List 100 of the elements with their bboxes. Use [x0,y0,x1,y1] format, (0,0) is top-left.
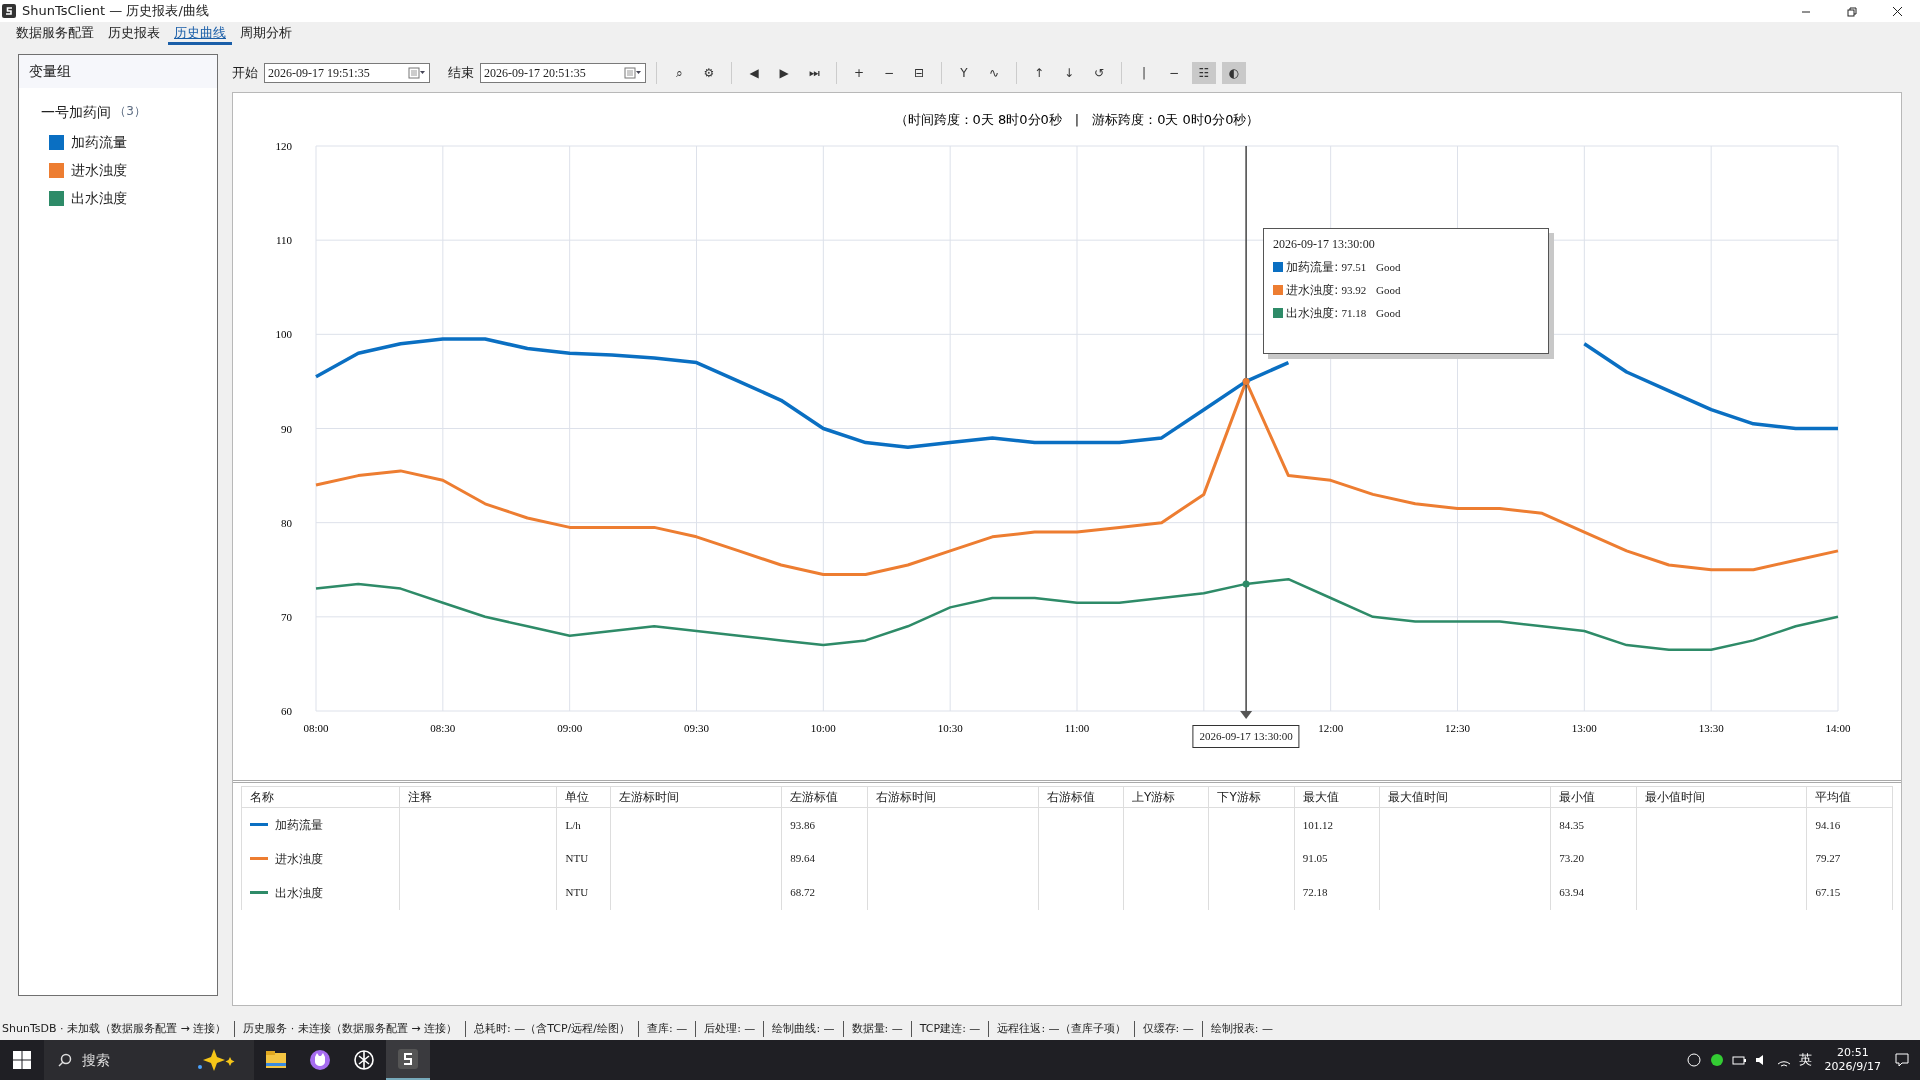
y-tick-label: 80 [281,516,292,529]
toolbar-button[interactable]: ⏭ [802,62,826,84]
series-name: 出水浊度: [1286,305,1339,322]
x-tick-label: 12:00 [1318,722,1344,734]
status-text: 绘制报表: — [1201,1020,1273,1038]
column-header: 右游标值 [1038,786,1124,808]
column-header: 最小值时间 [1636,786,1807,808]
table-cell: 93.86 [790,818,815,831]
column-header: 最小值 [1550,786,1637,808]
date-field[interactable]: 2026-09-17 19:51:35 [264,63,430,83]
table-cell: 73.20 [1559,852,1584,865]
table-cell-text: 出水浊度 [274,884,323,902]
tree-item[interactable]: 加药流量 [70,132,127,153]
ime-indicator[interactable]: 英 [1798,1050,1812,1070]
series-name: 加药流量: [1286,259,1339,276]
tree-item[interactable]: 进水浊度 [70,160,127,181]
y-tick-label: 120 [275,140,292,152]
toolbar-button[interactable]: ◐ [1222,62,1246,84]
toolbar-button[interactable]: + [847,62,871,84]
status-text: 绘制曲线: — [763,1020,835,1038]
column-header: 名称 [241,786,400,808]
table-cell: 67.15 [1815,886,1841,899]
toolbar-button[interactable]: − [877,62,901,84]
toolbar-button[interactable]: ↓ [1057,62,1081,84]
table-cell: NTU [565,886,589,899]
x-tick-label: 12:30 [1444,722,1471,734]
toolbar-button[interactable]: ◀ [742,62,766,84]
status-text: 后处理: — [695,1020,756,1038]
toolbar-button[interactable]: ∿ [982,62,1006,84]
x-tick-label: 09:30 [683,722,710,734]
table-cell: 101.12 [1302,818,1334,831]
menu-tab[interactable]: 历史曲线 [168,22,232,46]
menu-tab[interactable]: 周期分析 [234,22,298,46]
table-cell: 68.72 [790,886,815,899]
quality-text: Good [1376,305,1401,321]
toolbar-button[interactable]: ▶ [772,62,796,84]
table-cell: 63.94 [1559,886,1584,899]
series-value: 97.51 [1341,259,1367,275]
date-label: 开始 [232,64,258,83]
cursor-label: 2026-09-17 13:30:00 [1192,725,1300,748]
toolbar-button[interactable]: − [1162,62,1186,84]
item-count: （3） [114,103,146,120]
status-text: 历史服务 · 未连接（数据服务配置 → 连接） [234,1020,457,1038]
table-cell: 91.05 [1302,852,1328,865]
table-cell: 79.27 [1815,852,1841,865]
x-tick-label: 08:30 [430,722,456,734]
column-header: 单位 [556,786,611,808]
y-tick-label: 100 [275,328,292,341]
table-cell-text: 进水浊度 [274,850,323,868]
toolbar-button[interactable]: ↺ [1087,62,1111,84]
column-header: 注释 [399,786,557,808]
x-tick-label: 08:00 [303,722,329,734]
y-tick-label: 110 [275,234,292,247]
column-header: 平均值 [1807,786,1893,808]
status-text: 数据量: — [842,1020,903,1038]
toolbar-button[interactable]: | [1132,62,1156,84]
status-text: 总耗时: —（含TCP/远程/绘图） [464,1020,630,1038]
window-title: ShunTsClient — 历史报表/曲线 [22,2,209,21]
column-header: 左游标时间 [610,786,782,808]
tree-item[interactable]: 出水浊度 [70,188,127,209]
column-header: 上Y游标 [1123,786,1209,808]
date-label: 结束 [448,64,474,83]
status-text: ShunTsDB · 未加载（数据服务配置 → 连接） [2,1020,227,1037]
table-cell: 72.18 [1302,886,1328,899]
x-tick-label: 13:30 [1698,722,1724,734]
chart-header: （时间跨度：0天 8时0分0秒 | 游标跨度：0天 0时0分0秒） [894,112,1260,127]
x-tick-label: 10:30 [937,722,963,734]
table-cell: L/h [565,818,581,831]
clock-time: 20:51 [1835,1045,1870,1060]
tooltip-time: 2026-09-17 13:30:00 [1273,236,1376,253]
series-value: 93.92 [1341,282,1367,298]
table-cell-text: 加药流量 [274,816,323,834]
x-tick-label: 13:00 [1571,722,1597,734]
series-value: 71.18 [1341,305,1367,321]
table-cell: NTU [565,852,589,865]
date-field[interactable]: 2026-09-17 20:51:35 [480,63,646,83]
toolbar-button[interactable]: ⌕ [667,62,691,84]
x-tick-label: 10:00 [810,722,836,734]
toolbar-button[interactable]: ↑ [1027,62,1051,84]
status-text: 仅缓存: — [1133,1020,1194,1038]
tree-node[interactable]: 一号加药间 [41,102,111,123]
table-cell: 94.16 [1815,818,1841,831]
table-cell: 89.64 [790,852,815,865]
panel-title: 变量组 [19,55,217,88]
clock-date: 2026/9/17 [1824,1060,1881,1075]
x-tick-label: 11:00 [1064,722,1090,734]
search-field[interactable]: 搜索 [44,1040,254,1080]
x-tick-label: 14:00 [1825,722,1851,734]
menu-tab[interactable]: 历史报表 [102,22,166,46]
toolbar-button[interactable]: Y [952,62,976,84]
column-header: 右游标时间 [867,786,1039,808]
y-tick-label: 60 [281,705,292,717]
menu-tab[interactable]: 数据服务配置 [10,22,100,46]
quality-text: Good [1376,259,1401,275]
status-text: 远程往返: —（查库子项） [988,1020,1126,1038]
toolbar-button[interactable]: ⚙ [697,62,721,84]
status-text: 查库: — [637,1020,688,1038]
toolbar-button[interactable]: ☷ [1192,62,1216,84]
toolbar-button[interactable]: ⊟ [907,62,931,84]
y-tick-label: 70 [281,610,292,623]
